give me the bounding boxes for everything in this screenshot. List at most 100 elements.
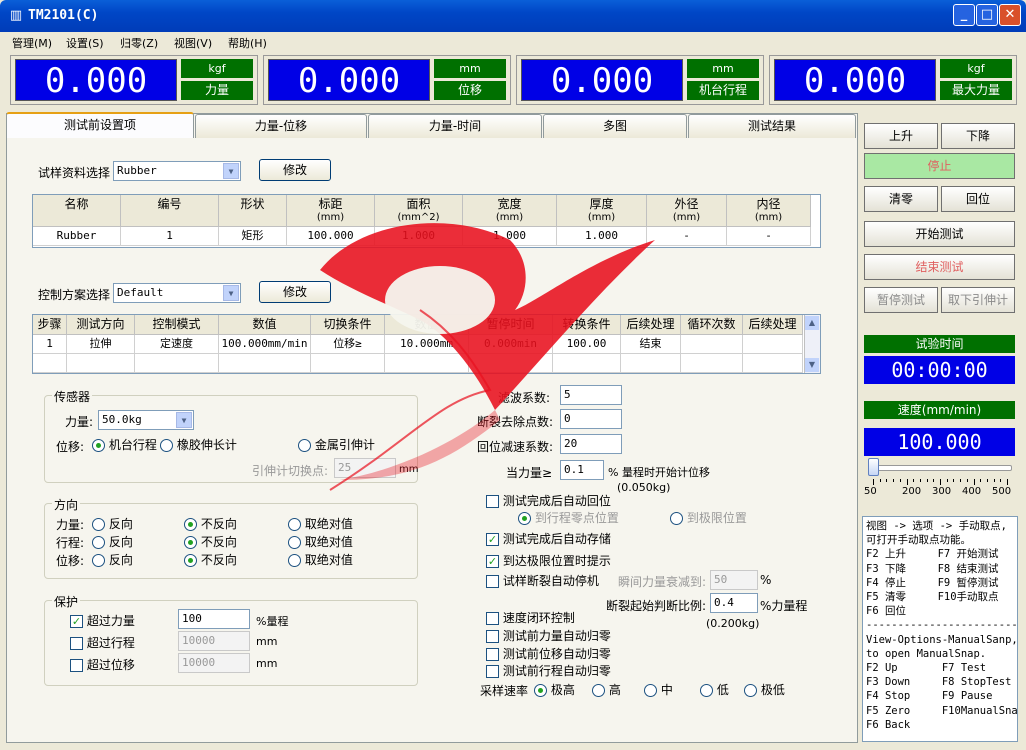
radio-to-zero[interactable]: 到行程零点位置 (518, 509, 619, 526)
control-table-cell[interactable]: 10.000mm (385, 335, 469, 354)
radio-button[interactable] (92, 518, 105, 531)
radio-rubber-extensometer[interactable]: 橡胶伸长计 (160, 436, 237, 453)
chevron-down-icon[interactable]: ▼ (176, 412, 192, 428)
radio-button[interactable] (534, 684, 547, 697)
check-icon[interactable]: ✓ (70, 615, 83, 628)
control-table-cell[interactable]: 1 (33, 335, 67, 354)
maximize-button[interactable]: □ (976, 4, 998, 26)
radio-button[interactable] (288, 518, 301, 531)
down-button[interactable]: 下降 (941, 123, 1015, 149)
control-table-cell[interactable]: 0.000min (469, 335, 553, 354)
control-table-cell[interactable] (681, 354, 743, 373)
remove-extensometer-button[interactable]: 取下引伸计 (941, 287, 1015, 313)
sample-rate-radio[interactable]: 低 (700, 681, 729, 698)
protect-value-input[interactable]: 100 (178, 609, 250, 629)
control-table-cell[interactable] (311, 354, 385, 373)
scroll-up-icon[interactable]: ▲ (805, 316, 819, 330)
clear-button[interactable]: 清零 (864, 186, 938, 212)
break-points-input[interactable]: 0 (560, 409, 622, 429)
auto-save-checkbox[interactable]: ✓ 测试完成后自动存储 (486, 530, 611, 547)
zero-disp-checkbox[interactable]: 测试前位移自动归零 (486, 645, 611, 662)
control-table-cell[interactable] (681, 335, 743, 354)
control-table-cell[interactable] (743, 335, 803, 354)
filter-input[interactable]: 5 (560, 385, 622, 405)
control-table-cell[interactable] (135, 354, 219, 373)
radio-button[interactable] (288, 536, 301, 549)
tab-multi-chart[interactable]: 多图 (543, 114, 687, 138)
control-table-cell[interactable] (33, 354, 67, 373)
direction-radio-a[interactable]: 反向 (92, 551, 133, 568)
menu-view[interactable]: 视图(V) (174, 35, 212, 51)
chevron-down-icon[interactable]: ▼ (223, 285, 239, 301)
control-table-cell[interactable] (743, 354, 803, 373)
sample-table-cell[interactable]: Rubber (33, 227, 121, 246)
speed-loop-checkbox[interactable]: 速度闭环控制 (486, 609, 575, 626)
radio-button[interactable] (184, 536, 197, 549)
sample-rate-radio[interactable]: 高 (592, 681, 621, 698)
force-range-select[interactable]: 50.0kg ▼ (98, 410, 194, 430)
zero-force-checkbox[interactable]: 测试前力量自动归零 (486, 627, 611, 644)
protect-checkbox[interactable]: 超过位移 (70, 656, 135, 673)
radio-button[interactable] (298, 439, 311, 452)
up-button[interactable]: 上升 (864, 123, 938, 149)
sample-table-cell[interactable]: - (647, 227, 727, 246)
radio-to-limit[interactable]: 到极限位置 (670, 509, 747, 526)
protect-checkbox[interactable]: 超过行程 (70, 634, 135, 651)
sample-rate-radio[interactable]: 极低 (744, 681, 785, 698)
menu-settings[interactable]: 设置(S) (66, 35, 104, 51)
break-stop-checkbox[interactable]: 试样断裂自动停机 (486, 572, 599, 589)
return-button[interactable]: 回位 (941, 186, 1015, 212)
limit-prompt-checkbox[interactable]: ✓ 到达极限位置时提示 (486, 552, 611, 569)
menu-zero[interactable]: 归零(Z) (120, 35, 158, 51)
tab-pretest-settings[interactable]: 测试前设置项 (6, 112, 194, 138)
start-test-button[interactable]: 开始测试 (864, 221, 1015, 247)
checkbox[interactable] (486, 495, 499, 508)
switch-point-input[interactable]: 25 (334, 458, 396, 478)
scroll-down-icon[interactable]: ▼ (805, 358, 819, 372)
decay-input[interactable]: 50 (710, 570, 758, 590)
sample-select[interactable]: Rubber ▼ (113, 161, 241, 181)
check-icon[interactable]: ✓ (486, 555, 499, 568)
radio-button[interactable] (670, 512, 683, 525)
return-decel-input[interactable]: 20 (560, 434, 622, 454)
menu-help[interactable]: 帮助(H) (228, 35, 267, 51)
speed-slider-track[interactable] (868, 465, 1012, 471)
control-table-cell[interactable]: 结束 (621, 335, 681, 354)
checkbox[interactable] (70, 659, 83, 672)
tab-force-displacement[interactable]: 力量-位移 (195, 114, 367, 138)
auto-return-checkbox[interactable]: 测试完成后自动回位 (486, 492, 611, 509)
stop-button[interactable]: 停止 (864, 153, 1015, 179)
direction-radio-a[interactable]: 反向 (92, 515, 133, 532)
sample-rate-radio[interactable]: 极高 (534, 681, 575, 698)
break-ratio-input[interactable]: 0.4 (710, 593, 758, 613)
radio-button[interactable] (92, 536, 105, 549)
sample-modify-button[interactable]: 修改 (259, 159, 331, 181)
end-test-button[interactable]: 结束测试 (864, 254, 1015, 280)
checkbox[interactable] (486, 575, 499, 588)
control-table-cell[interactable]: 定速度 (135, 335, 219, 354)
radio-machine-travel[interactable]: 机台行程 (92, 436, 157, 453)
check-icon[interactable]: ✓ (486, 533, 499, 546)
checkbox[interactable] (486, 665, 499, 678)
sample-table-cell[interactable]: 1.000 (463, 227, 557, 246)
radio-button[interactable] (184, 518, 197, 531)
protect-checkbox[interactable]: ✓ 超过力量 (70, 612, 135, 629)
radio-button[interactable] (288, 554, 301, 567)
radio-button[interactable] (700, 684, 713, 697)
tab-test-results[interactable]: 测试结果 (688, 114, 856, 138)
control-table-cell[interactable] (67, 354, 135, 373)
control-table-cell[interactable]: 拉伸 (67, 335, 135, 354)
minimize-button[interactable]: _ (953, 4, 975, 26)
radio-button[interactable] (644, 684, 657, 697)
force-threshold-input[interactable]: 0.1 (560, 460, 604, 480)
checkbox[interactable] (486, 612, 499, 625)
pause-test-button[interactable]: 暂停测试 (864, 287, 938, 313)
radio-button[interactable] (92, 554, 105, 567)
checkbox[interactable] (70, 637, 83, 650)
zero-travel-checkbox[interactable]: 测试前行程自动归零 (486, 662, 611, 679)
direction-radio-b[interactable]: 不反向 (184, 533, 237, 550)
protect-value-input[interactable]: 10000 (178, 653, 250, 673)
sample-table-cell[interactable]: - (727, 227, 811, 246)
direction-radio-a[interactable]: 反向 (92, 533, 133, 550)
tab-force-time[interactable]: 力量-时间 (368, 114, 542, 138)
